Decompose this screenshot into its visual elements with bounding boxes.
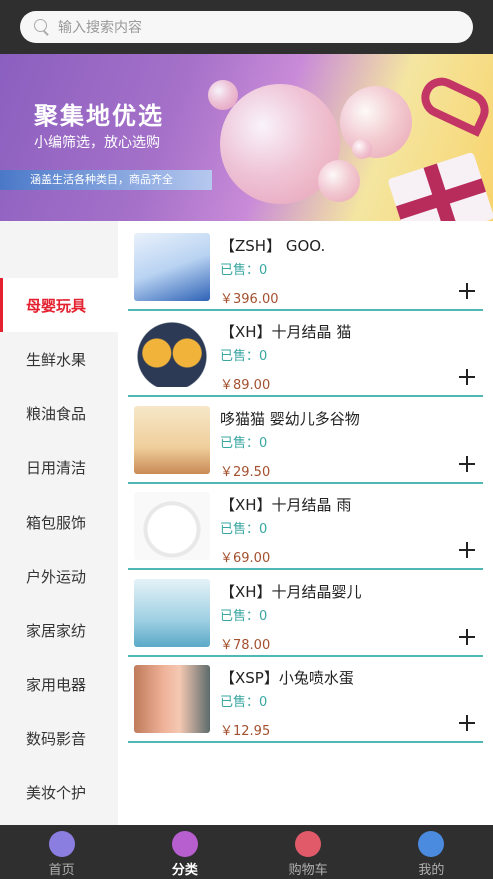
sidebar-item-label: 家居家纺 xyxy=(26,621,87,640)
category-sidebar: 母婴玩具 生鲜水果 粮油食品 日用清洁 箱包服饰 户外运动 家居家纺 家用电器 … xyxy=(0,221,118,825)
sidebar-item-label: 日用清洁 xyxy=(26,458,87,477)
sidebar-item-maternal-toys[interactable]: 母婴玩具 xyxy=(0,278,118,332)
product-item[interactable]: 【XH】十月结晶 雨 已售：0 ￥69.00 xyxy=(128,484,483,570)
banner-title: 聚集地优选 xyxy=(34,102,164,130)
banner-tag: 涵盖生活各种类目，商品齐全 xyxy=(0,170,212,190)
product-price: ￥78.00 xyxy=(220,638,271,653)
product-item[interactable]: 【XH】十月结晶 猫 已售：0 ￥89.00 xyxy=(128,311,483,397)
product-name: 【XH】十月结晶 雨 xyxy=(220,496,352,514)
sidebar-item-label: 箱包服饰 xyxy=(26,513,87,532)
gift-box-icon xyxy=(387,151,493,221)
product-name: 【XH】十月结晶婴儿 xyxy=(220,583,362,601)
product-image-owl-plate xyxy=(134,319,210,387)
product-item[interactable]: 【XH】十月结晶婴儿 已售：0 ￥78.00 xyxy=(128,571,483,657)
sidebar-item-label: 生鲜水果 xyxy=(26,350,87,369)
search-icon xyxy=(34,19,50,35)
tab-category[interactable]: 分类 xyxy=(123,825,246,879)
add-to-cart-icon[interactable] xyxy=(459,629,475,645)
product-sold-count: 已售：0 xyxy=(220,263,268,278)
tab-label: 购物车 xyxy=(288,863,328,878)
sidebar-item-beauty-care[interactable]: 美妆个护 xyxy=(0,765,118,819)
product-price: ￥12.95 xyxy=(220,724,271,739)
tab-label: 我的 xyxy=(418,863,445,878)
sidebar-item-label: 家用电器 xyxy=(26,675,87,694)
product-name: 【XH】十月结晶 猫 xyxy=(220,323,352,341)
profile-icon xyxy=(418,831,445,857)
tab-label: 分类 xyxy=(171,863,198,878)
sidebar-item-daily-cleaning[interactable]: 日用清洁 xyxy=(0,440,118,494)
tab-home[interactable]: 首页 xyxy=(0,825,123,879)
sidebar-item-label: 户外运动 xyxy=(26,567,87,586)
product-name: 【ZSH】 GOO. xyxy=(220,237,326,255)
product-image-cereal xyxy=(134,406,210,474)
product-item[interactable]: 【XSP】小兔喷水蛋 已售：0 ￥12.95 xyxy=(128,657,483,743)
product-price: ￥396.00 xyxy=(220,292,279,307)
banner-bubble xyxy=(352,139,372,159)
sidebar-item-bags-apparel[interactable]: 箱包服饰 xyxy=(0,495,118,549)
sidebar-item-label: 母婴玩具 xyxy=(26,296,87,315)
product-price: ￥89.00 xyxy=(220,378,271,393)
category-icon xyxy=(171,831,198,857)
sidebar-item-digital-av[interactable]: 数码影音 xyxy=(0,711,118,765)
cart-icon xyxy=(295,831,322,857)
product-image-cream-jar xyxy=(134,492,210,560)
bottom-tab-bar: 首页 分类 购物车 我的 xyxy=(0,825,493,879)
sidebar-item-label: 数码影音 xyxy=(26,729,87,748)
ribbon-decoration xyxy=(414,71,493,137)
tab-label: 首页 xyxy=(48,863,75,878)
sidebar-item-fresh-fruit[interactable]: 生鲜水果 xyxy=(0,332,118,386)
product-price: ￥69.00 xyxy=(220,551,271,566)
sidebar-item-home-textiles[interactable]: 家居家纺 xyxy=(0,603,118,657)
sidebar-item-outdoor-sports[interactable]: 户外运动 xyxy=(0,549,118,603)
product-image-bath-toy xyxy=(134,665,210,733)
product-image-diaper-pack xyxy=(134,233,210,301)
product-image-lotion-bottle xyxy=(134,579,210,647)
sidebar-item-appliances[interactable]: 家用电器 xyxy=(0,657,118,711)
product-sold-count: 已售：0 xyxy=(220,609,268,624)
product-item[interactable]: 哆猫猫 婴幼儿多谷物 已售：0 ￥29.50 xyxy=(128,398,483,484)
product-sold-count: 已售：0 xyxy=(220,522,268,537)
tab-profile[interactable]: 我的 xyxy=(370,825,493,879)
product-name: 【XSP】小兔喷水蛋 xyxy=(220,669,354,687)
tab-cart[interactable]: 购物车 xyxy=(247,825,370,879)
add-to-cart-icon[interactable] xyxy=(459,456,475,472)
add-to-cart-icon[interactable] xyxy=(459,369,475,385)
product-sold-count: 已售：0 xyxy=(220,349,268,364)
home-icon xyxy=(48,831,75,857)
search-input[interactable]: 输入搜索内容 xyxy=(20,11,473,43)
add-to-cart-icon[interactable] xyxy=(459,715,475,731)
add-to-cart-icon[interactable] xyxy=(459,283,475,299)
product-price: ￥29.50 xyxy=(220,465,271,480)
banner-bubble xyxy=(340,86,412,158)
sidebar-item-grain-oil[interactable]: 粮油食品 xyxy=(0,386,118,440)
search-placeholder: 输入搜索内容 xyxy=(58,20,142,36)
promo-banner[interactable]: 聚集地优选 小编筛选，放心选购 涵盖生活各种类目，商品齐全 xyxy=(0,54,493,221)
add-to-cart-icon[interactable] xyxy=(459,542,475,558)
banner-bubble xyxy=(318,160,360,202)
product-name: 哆猫猫 婴幼儿多谷物 xyxy=(220,410,360,428)
product-list: 【ZSH】 GOO. 已售：0 ￥396.00 【XH】十月结晶 猫 已售：0 … xyxy=(118,221,493,825)
product-sold-count: 已售：0 xyxy=(220,695,268,710)
top-bar: 输入搜索内容 xyxy=(0,0,493,54)
banner-bubble xyxy=(208,80,238,110)
banner-subtitle: 小编筛选，放心选购 xyxy=(34,135,160,151)
product-sold-count: 已售：0 xyxy=(220,436,268,451)
product-item[interactable]: 【ZSH】 GOO. 已售：0 ￥396.00 xyxy=(128,225,483,311)
sidebar-item-label: 美妆个护 xyxy=(26,783,87,802)
sidebar-item-label: 粮油食品 xyxy=(26,404,87,423)
